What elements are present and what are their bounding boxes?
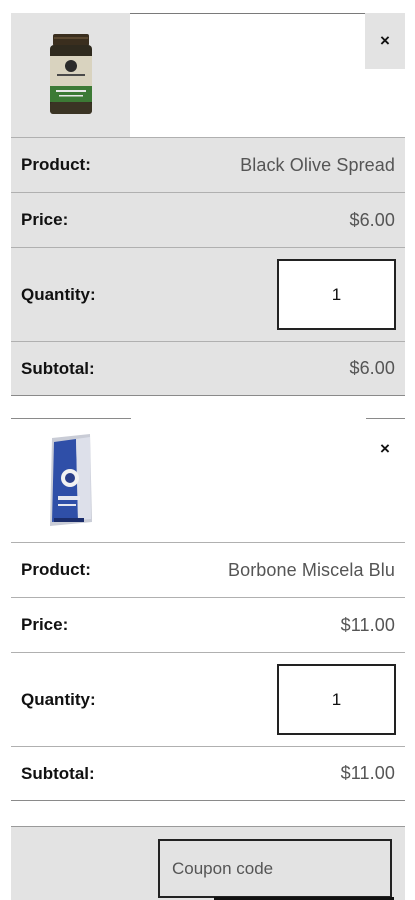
product-name[interactable]: Black Olive Spread: [240, 155, 395, 176]
coupon-section: [11, 826, 405, 900]
divider: [130, 13, 405, 14]
product-name[interactable]: Borbone Miscela Blu: [228, 560, 395, 581]
subtotal-row: Subtotal: $11.00: [11, 746, 405, 801]
subtotal-value: $6.00: [349, 358, 395, 378]
remove-item-button[interactable]: ×: [365, 13, 405, 69]
cart-page: × Product: Black Olive Spread Price: $6.…: [0, 0, 415, 900]
product-thumbnail[interactable]: [11, 13, 130, 137]
subtotal-label: Subtotal:: [21, 358, 95, 378]
product-row: Product: Borbone Miscela Blu: [11, 542, 405, 597]
price-row: Price: $6.00: [11, 192, 405, 247]
cart-item-header: ×: [11, 418, 405, 542]
quantity-label: Quantity:: [21, 689, 96, 709]
quantity-input[interactable]: [277, 259, 396, 330]
cart-item-header: ×: [11, 13, 405, 137]
subtotal-value: $11.00: [340, 763, 395, 783]
quantity-row: Quantity:: [11, 247, 405, 341]
product-label: Product:: [21, 155, 91, 174]
olive-jar-image: [49, 34, 92, 114]
coffee-bag-image: [49, 434, 92, 526]
quantity-label: Quantity:: [21, 284, 96, 304]
cart-item: × Product: Black Olive Spread Price: $6.…: [11, 13, 405, 396]
product-row: Product: Black Olive Spread: [11, 137, 405, 192]
subtotal-label: Subtotal:: [21, 763, 95, 783]
price-value: $6.00: [349, 209, 395, 230]
price-label: Price:: [21, 210, 69, 229]
coupon-code-input[interactable]: [158, 839, 392, 898]
cart-item: × Product: Borbone Miscela Blu Price: $1…: [11, 418, 405, 801]
price-row: Price: $11.00: [11, 597, 405, 652]
divider: [366, 418, 405, 419]
product-label: Product:: [21, 560, 91, 579]
quantity-row: Quantity:: [11, 652, 405, 746]
remove-item-button[interactable]: ×: [365, 421, 405, 477]
subtotal-row: Subtotal: $6.00: [11, 341, 405, 396]
price-label: Price:: [21, 615, 69, 634]
price-value: $11.00: [340, 614, 395, 635]
quantity-input[interactable]: [277, 664, 396, 735]
product-thumbnail[interactable]: [11, 418, 130, 542]
